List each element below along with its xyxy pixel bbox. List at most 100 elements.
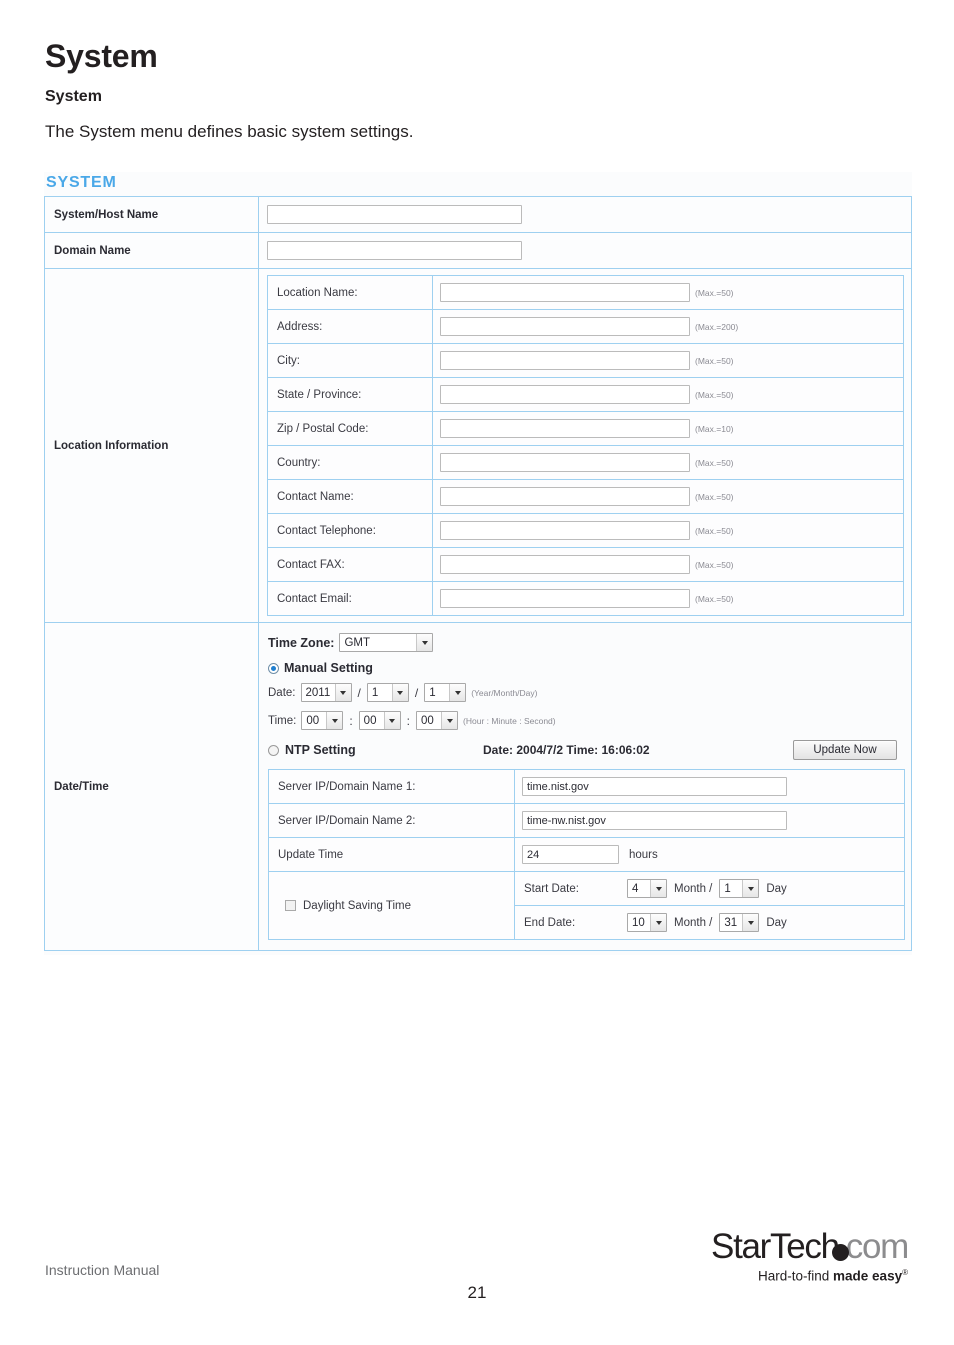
label-time-zone: Time Zone: <box>268 635 335 650</box>
max-hint-country: (Max.=50) <box>695 457 734 468</box>
time-minute-select[interactable]: 00 <box>358 711 401 730</box>
label-city: City: <box>268 344 433 377</box>
location-name-input[interactable] <box>440 283 690 302</box>
label-contact-email: Contact Email: <box>268 582 433 615</box>
field-cell-contact-email: (Max.=50) <box>433 582 903 615</box>
time-zone-select[interactable]: GMT <box>339 633 434 652</box>
date-day-select[interactable]: 1 <box>424 683 467 702</box>
label-system-host-name: System/Host Name <box>45 197 259 232</box>
daylight-end-date-row: End Date: 10 Month / 31 Day <box>515 906 904 939</box>
chevron-down-icon <box>334 684 351 701</box>
location-information-subtable: Location Name: (Max.=50) Address: (Max.=… <box>267 275 904 616</box>
list-item: Address: (Max.=200) <box>268 310 903 344</box>
system-host-name-input[interactable] <box>267 205 522 224</box>
update-time-unit: hours <box>629 848 658 861</box>
update-now-button[interactable]: Update Now <box>793 740 897 760</box>
label-location-name: Location Name: <box>268 276 433 309</box>
list-item: Contact Name: (Max.=50) <box>268 480 903 514</box>
start-day-word: Day <box>766 882 787 895</box>
label-manual-setting: Manual Setting <box>284 661 373 675</box>
manual-date-row: Date: 2011 / 1 / 1 (Year/Month/Day) <box>268 683 903 702</box>
system-settings-table: System/Host Name Domain Name Location In… <box>44 196 912 951</box>
field-cell-country: (Max.=50) <box>433 446 903 479</box>
daylight-saving-checkbox[interactable] <box>285 900 296 911</box>
time-format-hint: (Hour : Minute : Second) <box>463 715 556 726</box>
address-input[interactable] <box>440 317 690 336</box>
domain-name-input[interactable] <box>267 241 522 260</box>
tagline-bold: made easy <box>833 1268 903 1284</box>
logo-name-part2: com <box>845 1227 910 1266</box>
server-2-input[interactable] <box>522 811 787 830</box>
label-end-date: End Date: <box>524 916 576 929</box>
label-contact-fax: Contact FAX: <box>268 548 433 581</box>
contact-telephone-input[interactable] <box>440 521 690 540</box>
table-row-location-information: Location Information Location Name: (Max… <box>45 269 911 623</box>
server-1-input[interactable] <box>522 777 787 796</box>
panel-title: SYSTEM <box>46 174 117 191</box>
field-cell-contact-name: (Max.=50) <box>433 480 903 513</box>
section-heading: System <box>45 88 102 105</box>
manual-setting-row[interactable]: Manual Setting <box>268 661 903 675</box>
zip-postal-code-input[interactable] <box>440 419 690 438</box>
max-hint-contact-email: (Max.=50) <box>695 593 734 604</box>
table-row-system-host-name: System/Host Name <box>45 197 911 233</box>
label-start-date: Start Date: <box>524 882 579 895</box>
time-hour-select[interactable]: 00 <box>301 711 344 730</box>
chevron-down-icon <box>441 712 458 729</box>
chevron-down-icon <box>742 914 759 931</box>
field-cell-location-information: Location Name: (Max.=50) Address: (Max.=… <box>259 269 911 622</box>
page-title: System <box>45 38 158 74</box>
city-input[interactable] <box>440 351 690 370</box>
chevron-down-icon <box>391 684 408 701</box>
field-cell-update-time: hours <box>515 838 904 871</box>
list-item: Zip / Postal Code: (Max.=10) <box>268 412 903 446</box>
list-item: Contact Email: (Max.=50) <box>268 582 903 615</box>
date-year-select[interactable]: 2011 <box>300 683 352 702</box>
start-month-select[interactable]: 4 <box>627 879 667 898</box>
field-cell-system-host-name <box>259 197 911 232</box>
label-server-1: Server IP/Domain Name 1: <box>269 770 515 803</box>
update-time-input[interactable] <box>522 845 619 864</box>
start-day-value: 1 <box>724 882 731 895</box>
daylight-saving-row: Daylight Saving Time Start Date: 4 Month… <box>269 872 904 939</box>
startech-logo: StarTech com Hard-to-find made easy® <box>688 1227 910 1284</box>
logo-name-part1: StarTech <box>711 1227 840 1266</box>
end-day-select[interactable]: 31 <box>719 913 760 932</box>
time-second-select[interactable]: 00 <box>416 711 459 730</box>
chevron-down-icon <box>742 880 759 897</box>
end-month-select[interactable]: 10 <box>627 913 667 932</box>
list-item: Country: (Max.=50) <box>268 446 903 480</box>
label-daylight-saving: Daylight Saving Time <box>303 899 412 912</box>
chevron-down-icon <box>326 712 343 729</box>
section-description: The System menu defines basic system set… <box>45 122 414 141</box>
daylight-saving-toggle[interactable]: Daylight Saving Time <box>269 872 515 939</box>
start-month-word: Month / <box>674 882 713 895</box>
max-hint-location-name: (Max.=50) <box>695 287 734 298</box>
state-province-input[interactable] <box>440 385 690 404</box>
list-item: Server IP/Domain Name 2: <box>269 804 904 838</box>
label-time: Time: <box>268 714 297 727</box>
date-month-select[interactable]: 1 <box>366 683 409 702</box>
time-hour-value: 00 <box>306 714 320 727</box>
start-day-select[interactable]: 1 <box>719 879 760 898</box>
country-input[interactable] <box>440 453 690 472</box>
chevron-down-icon <box>650 880 666 897</box>
logo-wordmark: StarTech com <box>688 1227 910 1266</box>
time-zone-selected-value: GMT <box>344 636 371 649</box>
label-server-2: Server IP/Domain Name 2: <box>269 804 515 837</box>
label-contact-name: Contact Name: <box>268 480 433 513</box>
ntp-setting-toggle[interactable]: NTP Setting <box>268 743 483 757</box>
end-day-word: Day <box>766 916 787 929</box>
manual-setting-radio[interactable] <box>268 662 279 674</box>
time-minute-value: 00 <box>363 714 377 727</box>
label-domain-name: Domain Name <box>45 233 259 268</box>
field-cell-state-province: (Max.=50) <box>433 378 903 411</box>
max-hint-contact-fax: (Max.=50) <box>695 559 734 570</box>
contact-email-input[interactable] <box>440 589 690 608</box>
contact-fax-input[interactable] <box>440 555 690 574</box>
contact-name-input[interactable] <box>440 487 690 506</box>
ntp-setting-radio[interactable] <box>268 744 279 756</box>
date-separator-2: / <box>414 685 419 700</box>
time-zone-row: Time Zone: GMT <box>268 633 903 652</box>
ntp-setting-row: NTP Setting Date: 2004/7/2 Time: 16:06:0… <box>268 740 903 760</box>
